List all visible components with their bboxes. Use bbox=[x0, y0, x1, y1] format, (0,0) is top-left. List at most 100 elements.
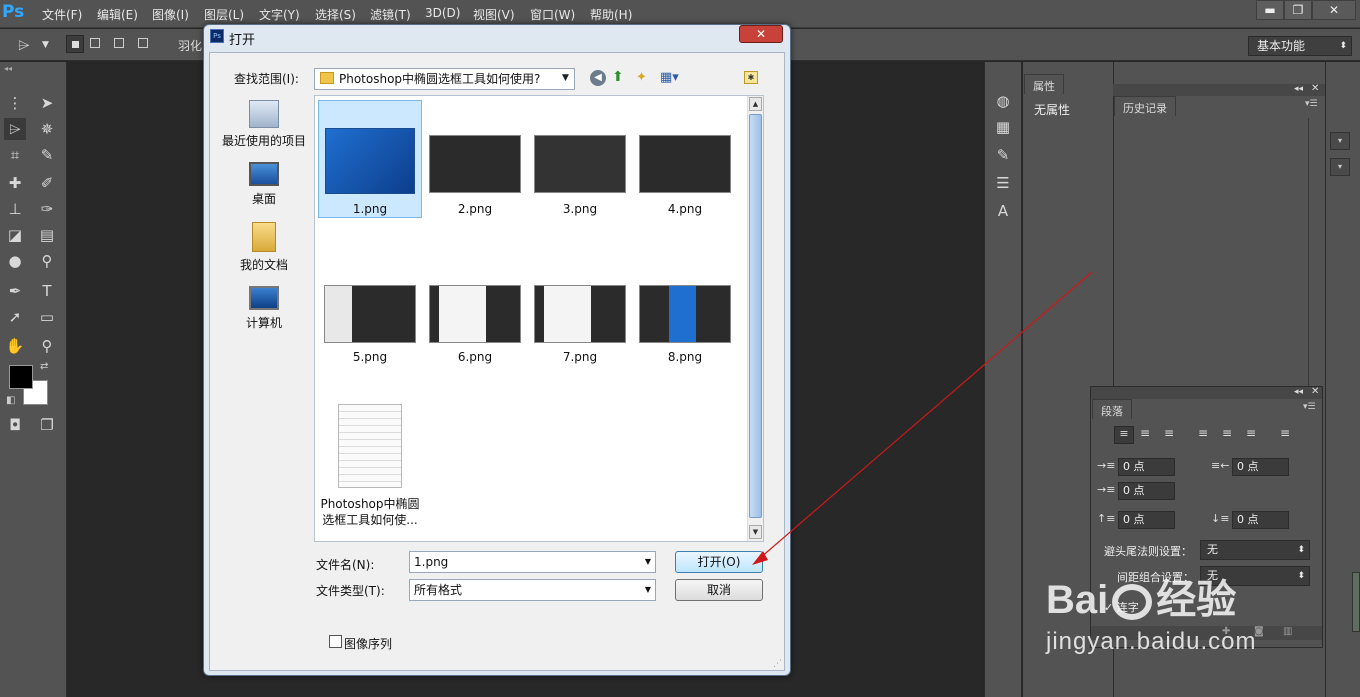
paragraph-tab[interactable]: 段落 bbox=[1092, 399, 1132, 419]
channels-panel-icon[interactable]: ☰ bbox=[992, 172, 1014, 194]
history-close-icon[interactable]: ✕ bbox=[1311, 83, 1319, 94]
history-tab[interactable]: 历史记录 bbox=[1114, 96, 1176, 116]
tool-preset-dropdown-icon[interactable]: ▼ bbox=[42, 40, 49, 50]
history-menu-icon[interactable]: ▾☰ bbox=[1305, 99, 1318, 109]
dock-scroll-strip[interactable] bbox=[1352, 572, 1360, 632]
back-icon[interactable]: ◀ bbox=[590, 70, 606, 86]
brush-tool-icon[interactable]: ✐ bbox=[36, 172, 58, 194]
swap-colors-icon[interactable]: ⇄ bbox=[40, 361, 48, 372]
eraser-tool-icon[interactable]: ◪ bbox=[4, 224, 26, 246]
hand-tool-icon[interactable]: ✋ bbox=[4, 335, 26, 357]
paragraph-collapse-icon[interactable]: ◂◂ bbox=[1294, 387, 1303, 397]
justify-last-left-icon[interactable]: ≡ bbox=[1198, 426, 1208, 440]
scroll-down-icon[interactable]: ▼ bbox=[749, 525, 762, 539]
preview-icon[interactable]: ✱ bbox=[744, 71, 758, 84]
properties-tab[interactable]: 属性 bbox=[1024, 74, 1064, 94]
polygon-lasso-tool-icon[interactable]: ⌲ bbox=[18, 36, 30, 54]
path-selection-tool-icon[interactable]: ➚ bbox=[4, 306, 26, 328]
clone-stamp-tool-icon[interactable]: ⊥ bbox=[4, 198, 26, 220]
paragraph-close-icon[interactable]: ✕ bbox=[1311, 386, 1319, 397]
default-colors-icon[interactable]: ◧ bbox=[6, 395, 15, 406]
menu-3d[interactable]: 3D(D) bbox=[425, 6, 460, 20]
dodge-tool-icon[interactable]: ⚲ bbox=[36, 250, 58, 272]
character-panel-icon[interactable]: A bbox=[992, 200, 1014, 222]
adjustments-panel-icon[interactable]: ▦ bbox=[992, 116, 1014, 138]
move-tool-icon[interactable]: ➤ bbox=[36, 92, 58, 114]
file-item-1[interactable]: 1.png bbox=[318, 128, 422, 216]
filename-input[interactable]: 1.png ▼ bbox=[409, 551, 656, 573]
space-before-input[interactable]: 0 点 bbox=[1118, 511, 1175, 529]
up-folder-icon[interactable]: ⬆ bbox=[612, 69, 624, 85]
shape-tool-icon[interactable]: ▭ bbox=[36, 306, 58, 328]
look-in-select[interactable]: Photoshop中椭圆选框工具如何使用? bbox=[314, 68, 575, 90]
indent-first-line-input[interactable]: 0 点 bbox=[1118, 482, 1175, 500]
swatches-panel-icon[interactable]: ◍ bbox=[992, 90, 1014, 112]
crop-tool-icon[interactable]: ⌗ bbox=[4, 144, 26, 166]
file-item-7[interactable]: 7.png bbox=[528, 285, 632, 364]
restore-button[interactable]: ❐ bbox=[1284, 0, 1312, 20]
subtract-selection-icon[interactable] bbox=[114, 38, 124, 48]
justify-all-icon[interactable]: ≡ bbox=[1280, 426, 1290, 440]
intersect-selection-icon[interactable] bbox=[138, 38, 148, 48]
file-item-8[interactable]: 8.png bbox=[633, 285, 737, 364]
open-button[interactable]: 打开(O) bbox=[675, 551, 763, 573]
place-desktop[interactable]: 桌面 bbox=[216, 162, 312, 207]
minimize-button[interactable]: ▬ bbox=[1256, 0, 1284, 20]
justify-last-center-icon[interactable]: ≡ bbox=[1222, 426, 1232, 440]
strip-expand-icon-2[interactable]: ▾ bbox=[1330, 158, 1350, 176]
menu-edit[interactable]: 编辑(E) bbox=[97, 6, 138, 23]
menu-window[interactable]: 窗口(W) bbox=[530, 6, 575, 23]
indent-right-input[interactable]: 0 点 bbox=[1232, 458, 1289, 476]
zoom-tool-icon[interactable]: ⚲ bbox=[36, 335, 58, 357]
menu-view[interactable]: 视图(V) bbox=[473, 6, 515, 23]
justify-last-right-icon[interactable]: ≡ bbox=[1246, 426, 1256, 440]
menu-select[interactable]: 选择(S) bbox=[315, 6, 356, 23]
scroll-thumb[interactable] bbox=[749, 114, 762, 518]
filetype-select[interactable]: 所有格式 ▼ bbox=[409, 579, 656, 601]
align-right-icon[interactable]: ≡ bbox=[1164, 426, 1174, 440]
foreground-color-swatch[interactable] bbox=[9, 365, 33, 389]
view-menu-icon[interactable]: ▦▾ bbox=[660, 70, 679, 85]
gradient-tool-icon[interactable]: ▤ bbox=[36, 224, 58, 246]
eyedropper-tool-icon[interactable]: ✎ bbox=[36, 144, 58, 166]
indent-left-input[interactable]: 0 点 bbox=[1118, 458, 1175, 476]
window-close-button[interactable]: ✕ bbox=[1312, 0, 1356, 20]
file-item-doc[interactable]: Photoshop中椭圆 选框工具如何使... bbox=[314, 404, 426, 528]
kinsoku-select[interactable]: 无 ⬍ bbox=[1200, 540, 1310, 560]
file-item-6[interactable]: 6.png bbox=[423, 285, 527, 364]
marquee-tool-icon[interactable]: ⋮ bbox=[4, 92, 26, 114]
lasso-tool-icon[interactable]: ⌲ bbox=[4, 118, 26, 140]
pen-tool-icon[interactable]: ✒ bbox=[4, 280, 26, 302]
dialog-close-button[interactable]: ✕ bbox=[739, 25, 783, 43]
collapse-toolbox-icon[interactable]: ◂◂ bbox=[4, 64, 12, 73]
screen-mode-icon[interactable]: ❐ bbox=[36, 414, 58, 436]
place-documents[interactable]: 我的文档 bbox=[216, 222, 312, 273]
quick-mask-icon[interactable]: ◘ bbox=[4, 414, 26, 436]
align-left-icon[interactable]: ≡ bbox=[1114, 426, 1134, 444]
brush-presets-panel-icon[interactable]: ✎ bbox=[992, 144, 1014, 166]
paragraph-menu-icon[interactable]: ▾☰ bbox=[1303, 402, 1316, 412]
add-selection-icon[interactable] bbox=[90, 38, 100, 48]
file-item-5[interactable]: 5.png bbox=[318, 285, 422, 364]
space-after-input[interactable]: 0 点 bbox=[1232, 511, 1289, 529]
scroll-up-icon[interactable]: ▲ bbox=[749, 97, 762, 111]
image-sequence-checkbox[interactable] bbox=[329, 635, 342, 648]
place-recent[interactable]: 最近使用的项目 bbox=[216, 100, 312, 149]
align-center-icon[interactable]: ≡ bbox=[1140, 426, 1150, 440]
workspace-select[interactable]: 基本功能 ⬍ bbox=[1248, 36, 1352, 56]
file-item-4[interactable]: 4.png bbox=[633, 135, 737, 216]
new-folder-icon[interactable]: ✦ bbox=[636, 70, 647, 85]
history-collapse-icon[interactable]: ◂◂ bbox=[1294, 84, 1303, 94]
menu-type[interactable]: 文字(Y) bbox=[259, 6, 300, 23]
trash-icon[interactable]: ▥ bbox=[1283, 626, 1292, 637]
blur-tool-icon[interactable]: ● bbox=[4, 250, 26, 272]
menu-layer[interactable]: 图层(L) bbox=[204, 6, 244, 23]
menu-help[interactable]: 帮助(H) bbox=[590, 6, 632, 23]
place-computer[interactable]: 计算机 bbox=[216, 286, 312, 331]
type-tool-icon[interactable]: T bbox=[36, 280, 58, 302]
menu-filter[interactable]: 滤镜(T) bbox=[370, 6, 411, 23]
menu-file[interactable]: 文件(F) bbox=[42, 6, 82, 23]
menu-image[interactable]: 图像(I) bbox=[152, 6, 189, 23]
look-in-dropdown-icon[interactable]: ▼ bbox=[562, 73, 569, 83]
history-brush-tool-icon[interactable]: ✑ bbox=[36, 198, 58, 220]
